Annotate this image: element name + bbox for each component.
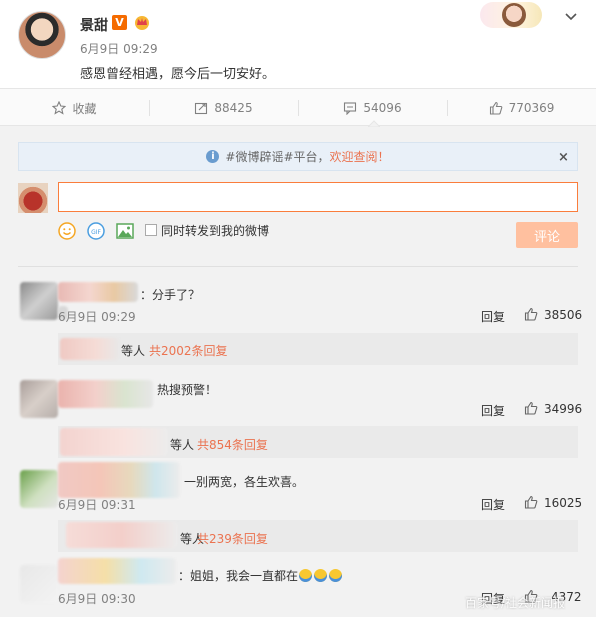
sub-reply-link[interactable]: 共854条回复	[197, 436, 268, 453]
repost-count: 88425	[214, 101, 253, 115]
comment-time[interactable]: 6月9日 09:31	[58, 496, 136, 513]
reply-button[interactable]: 回复	[481, 308, 505, 325]
commenter-name[interactable]	[58, 282, 138, 302]
pointer-caret-icon	[368, 120, 380, 127]
repost-checkbox[interactable]	[145, 224, 157, 236]
hug-emoji-icon	[299, 569, 313, 582]
comment-like-count: 38506	[544, 308, 583, 322]
comment-input[interactable]	[58, 182, 578, 212]
star-icon	[52, 101, 67, 115]
favorite-label: 收藏	[72, 101, 97, 116]
reply-button[interactable]: 回复	[481, 496, 505, 513]
reply-button[interactable]: 回复	[481, 402, 505, 419]
repost-button[interactable]: 88425	[149, 89, 298, 127]
commenter-avatar[interactable]	[20, 282, 58, 320]
comment-text: ：分手了？	[140, 288, 201, 302]
like-button[interactable]: 770369	[447, 89, 596, 127]
commenter-avatar[interactable]	[20, 565, 58, 603]
thumb-up-icon[interactable]	[524, 401, 538, 415]
post-time[interactable]: 6月9日 09:29	[80, 40, 158, 57]
author-avatar[interactable]	[18, 11, 66, 59]
submit-comment-button[interactable]: 评论	[516, 222, 578, 248]
more-icon[interactable]	[564, 12, 578, 22]
sub-reply-link[interactable]: 共239条回复	[197, 530, 268, 547]
repost-label: 同时转发到我的微博	[161, 224, 270, 238]
thumb-up-icon[interactable]	[524, 307, 538, 321]
comment-text-content: ：姐姐，我会一直都在	[178, 569, 299, 583]
post-text: 感恩曾经相遇，愿今后一切安好。	[80, 67, 276, 82]
sub-reply-prefix: 等人	[121, 344, 146, 358]
commenter-name[interactable]	[58, 558, 176, 584]
decoration-avatar	[502, 3, 526, 27]
sub-reply-prefix: 等人	[170, 438, 195, 452]
favorite-button[interactable]: 收藏	[0, 89, 149, 127]
verified-icon: V	[112, 15, 127, 30]
hug-emoji-icon	[314, 569, 328, 582]
gif-icon[interactable]: GIF	[87, 222, 105, 240]
svg-text:GIF: GIF	[91, 229, 101, 236]
section-divider	[18, 266, 578, 267]
comment-text: 一别两宽，各生欢喜。	[184, 475, 305, 489]
watermark: 百家号/社会新闻报	[465, 596, 566, 610]
member-crown-icon	[135, 16, 149, 30]
commenter-name[interactable]	[58, 380, 153, 408]
like-count: 770369	[508, 101, 555, 115]
comment-time[interactable]: 6月9日 09:29	[58, 308, 136, 325]
my-avatar[interactable]	[18, 183, 48, 213]
weibo-post: 景甜 V 6月9日 09:29 感恩曾经相遇，愿今后一切安好。	[0, 0, 596, 88]
commenter-name[interactable]	[58, 462, 180, 498]
commenter-avatar[interactable]	[20, 380, 58, 418]
rumor-notice-banner[interactable]: i #微博辟谣#平台， 欢迎查阅！	[18, 142, 578, 171]
thumb-up-icon[interactable]	[524, 495, 538, 509]
comment-count: 54096	[363, 101, 402, 115]
hug-emoji-icon	[329, 569, 343, 582]
thumb-up-icon	[489, 101, 502, 115]
replier-name	[66, 522, 178, 548]
comment-like-count: 34996	[544, 402, 583, 416]
action-bar: 收藏 88425 54096 770369	[0, 88, 596, 126]
commenter-avatar[interactable]	[20, 470, 58, 508]
comment-like-count: 16025	[544, 496, 583, 510]
replier-name	[60, 428, 168, 456]
comment-text: ：姐姐，我会一直都在	[178, 567, 343, 584]
smile-icon[interactable]	[58, 222, 76, 240]
replier-name	[60, 338, 120, 360]
notice-link[interactable]: 欢迎查阅！	[330, 148, 390, 165]
comment-text: 热搜预警！	[157, 383, 218, 397]
notice-text: #微博辟谣#平台，	[225, 150, 330, 164]
comment-icon	[344, 102, 357, 115]
info-icon: i	[206, 150, 220, 163]
sub-reply-link[interactable]: 共2002条回复	[149, 342, 228, 359]
image-icon[interactable]	[116, 222, 134, 240]
repost-icon	[195, 102, 208, 115]
comment-time[interactable]: 6月9日 09:30	[58, 590, 136, 607]
author-name[interactable]: 景甜	[80, 15, 108, 35]
close-icon[interactable]: ×	[558, 150, 569, 165]
